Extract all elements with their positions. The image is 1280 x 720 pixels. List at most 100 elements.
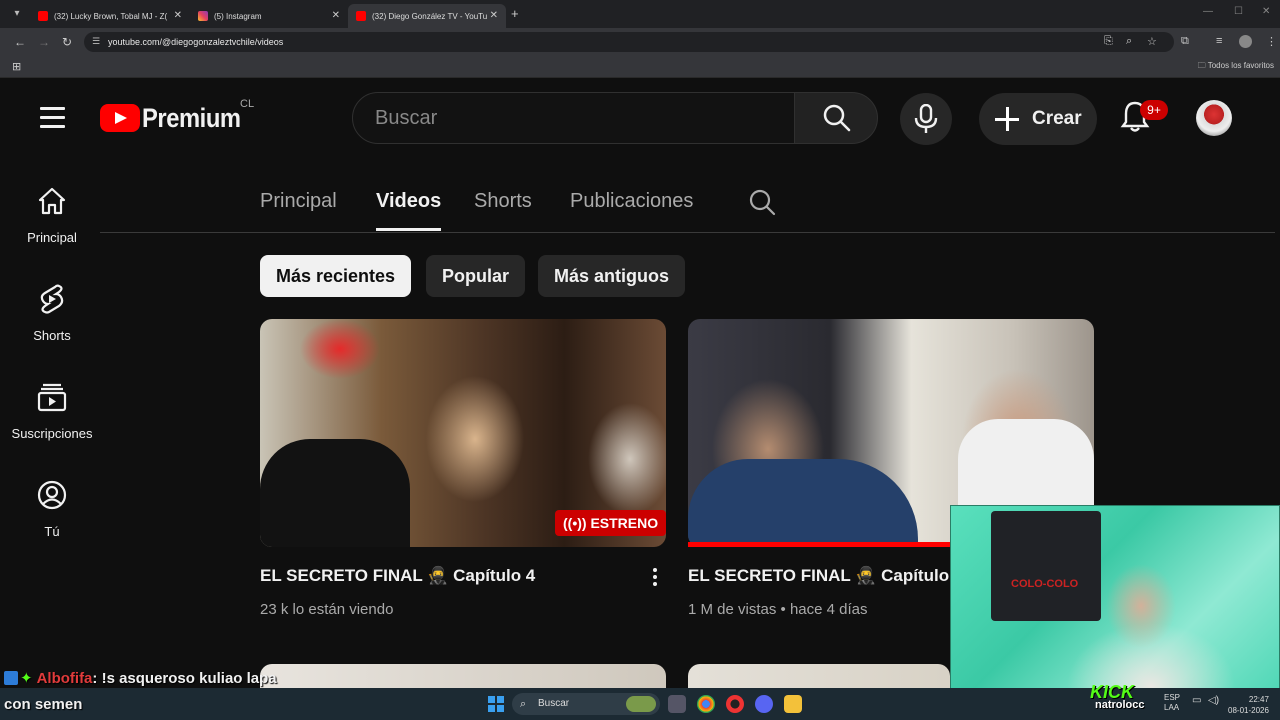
- url-field[interactable]: ☰ youtube.com/@diegogonzaleztvchile/vide…: [84, 32, 1174, 52]
- tab-shorts[interactable]: Shorts: [474, 190, 532, 213]
- obs-icon[interactable]: [726, 695, 744, 713]
- sidebar-item-label: Tú: [44, 524, 60, 539]
- clock-date: 08-01-2026: [1228, 706, 1269, 715]
- premiere-badge: ((•)) ESTRENO: [555, 510, 667, 536]
- watch-progress-fill: [688, 542, 952, 547]
- channel-search-icon[interactable]: [748, 188, 776, 216]
- youtube-icon: [356, 11, 366, 21]
- search-input[interactable]: Buscar: [352, 92, 795, 144]
- sidebar-item-tu[interactable]: Tú: [0, 480, 104, 560]
- channel-tabs: Principal Videos Shorts Publicaciones: [100, 180, 1275, 233]
- windows-start-icon[interactable]: [488, 696, 504, 712]
- taskbar-search[interactable]: ⌕ Buscar: [512, 693, 660, 715]
- task-view-icon[interactable]: [668, 695, 686, 713]
- sidebar-item-principal[interactable]: Principal: [0, 186, 104, 266]
- tab-publicaciones[interactable]: Publicaciones: [570, 190, 693, 213]
- language-indicator[interactable]: ESP LAA: [1164, 693, 1180, 713]
- create-button[interactable]: Crear: [979, 93, 1097, 145]
- browser-tab-active[interactable]: (32) Diego González TV - YouTu ✕: [348, 4, 506, 28]
- menu-icon[interactable]: [40, 107, 65, 128]
- chip-mas-recientes[interactable]: Más recientes: [260, 255, 412, 297]
- streamer-webcam-overlay: COLO-COLO: [950, 505, 1280, 693]
- browser-menu-icon[interactable]: ⋮: [1266, 35, 1277, 48]
- close-tab-icon[interactable]: ✕: [332, 10, 340, 21]
- search-icon: ⌕: [520, 698, 527, 710]
- search-button[interactable]: [794, 92, 878, 144]
- sidebar-item-suscripciones[interactable]: Suscripciones: [0, 382, 104, 462]
- site-info-icon[interactable]: ☰: [92, 36, 102, 46]
- poster-text: COLO-COLO: [1011, 578, 1079, 590]
- tab-principal[interactable]: Principal: [260, 190, 337, 213]
- thumbnail-image: [688, 459, 918, 547]
- chrome-icon[interactable]: [697, 695, 715, 713]
- extensions-icon[interactable]: ⧉: [1181, 35, 1189, 48]
- youtube-header: Premium CL Buscar Crear: [0, 80, 1280, 156]
- network-icon[interactable]: ▭: [1192, 695, 1201, 706]
- sidebar-item-label: Shorts: [33, 328, 71, 343]
- more-options-icon[interactable]: [646, 566, 664, 590]
- tab-title: (32) Lucky Brown, Tobal MJ - Z(: [54, 11, 168, 21]
- sparkle-badge-icon: ✦: [20, 670, 33, 687]
- system-clock[interactable]: 22:47 08-01-2026: [1228, 694, 1269, 716]
- minimize-icon[interactable]: —: [1203, 6, 1213, 17]
- youtube-icon: [38, 11, 48, 21]
- language-code: ESP: [1164, 693, 1181, 702]
- account-avatar[interactable]: [1196, 100, 1232, 136]
- poster-image: [991, 511, 1101, 621]
- all-bookmarks-button[interactable]: 🗀 Todos los favoritos: [1198, 60, 1274, 74]
- maximize-icon[interactable]: ☐: [1234, 6, 1243, 17]
- browser-tab[interactable]: (5) Instagram ✕: [190, 4, 348, 28]
- shorts-icon: [40, 284, 64, 314]
- microphone-icon: [914, 104, 938, 133]
- close-window-icon[interactable]: ✕: [1262, 6, 1270, 17]
- voice-search-button[interactable]: [900, 93, 952, 145]
- tab-search-menu-icon[interactable]: ▾: [8, 6, 26, 22]
- logo-text: Premium: [142, 102, 241, 133]
- chip-popular[interactable]: Popular: [426, 255, 526, 297]
- chat-message: ✦ Albofifa: !s asqueroso kuliao lapa: [4, 669, 277, 687]
- chat-badge-icon: [4, 671, 18, 685]
- video-meta: 23 k lo están viendo: [260, 601, 394, 618]
- tab-videos[interactable]: Videos: [376, 190, 441, 213]
- tab-title: (5) Instagram: [214, 11, 262, 21]
- close-tab-icon[interactable]: ✕: [490, 10, 498, 21]
- discord-icon[interactable]: [755, 695, 773, 713]
- volume-icon[interactable]: ◁): [1208, 695, 1219, 706]
- video-title[interactable]: EL SECRETO FINAL 🥷 Capítulo 4: [260, 566, 535, 586]
- install-app-icon[interactable]: ⎘: [1104, 35, 1113, 48]
- browser-tab[interactable]: (32) Lucky Brown, Tobal MJ - Z( ✕: [30, 4, 190, 28]
- you-icon: [37, 480, 67, 510]
- search-icon: [823, 104, 851, 132]
- sidebar-item-label: Suscripciones: [11, 426, 93, 441]
- plus-icon: [993, 105, 1021, 133]
- sidebar-item-shorts[interactable]: Shorts: [0, 284, 104, 364]
- create-label: Crear: [1032, 108, 1082, 129]
- bookmark-star-icon[interactable]: ☆: [1147, 35, 1157, 48]
- chip-mas-antiguos[interactable]: Más antiguos: [538, 255, 686, 297]
- media-controls-icon[interactable]: ≡: [1216, 35, 1222, 47]
- reload-icon[interactable]: ↻: [62, 35, 72, 49]
- apps-grid-icon[interactable]: ⊞: [12, 60, 21, 73]
- language-layout: LAA: [1164, 703, 1180, 712]
- close-tab-icon[interactable]: ✕: [174, 10, 182, 21]
- sidebar: Principal Shorts Suscripciones Tú: [0, 156, 104, 676]
- address-toolbar: ← → ↻ ☰ youtube.com/@diegogonzaleztvchil…: [0, 28, 1280, 56]
- thumbnail-image: [260, 439, 410, 547]
- kick-username: natrolocc: [1095, 699, 1145, 711]
- video-title[interactable]: EL SECRETO FINAL 🥷 Capítulo: [688, 566, 949, 586]
- premiere-badge-label: ESTRENO: [590, 515, 659, 531]
- chat-username: Albofifa: [36, 670, 93, 687]
- search-highlight-icon: [626, 696, 656, 712]
- clock-time: 22:47: [1248, 695, 1269, 704]
- profile-avatar-icon[interactable]: [1239, 35, 1252, 48]
- file-explorer-icon[interactable]: [784, 695, 802, 713]
- browser-tab-bar: ▾ (32) Lucky Brown, Tobal MJ - Z( ✕ (5) …: [0, 0, 1280, 28]
- chat-text: : !s asqueroso kuliao lapa: [92, 670, 277, 687]
- forward-icon[interactable]: →: [38, 35, 50, 49]
- back-icon[interactable]: ←: [14, 35, 26, 49]
- new-tab-icon[interactable]: +: [511, 6, 519, 21]
- chat-text-continuation: con semen: [4, 696, 83, 713]
- sidebar-item-label: Principal: [27, 230, 77, 245]
- zoom-icon[interactable]: ⌕: [1126, 35, 1132, 48]
- youtube-premium-logo[interactable]: Premium: [100, 102, 254, 133]
